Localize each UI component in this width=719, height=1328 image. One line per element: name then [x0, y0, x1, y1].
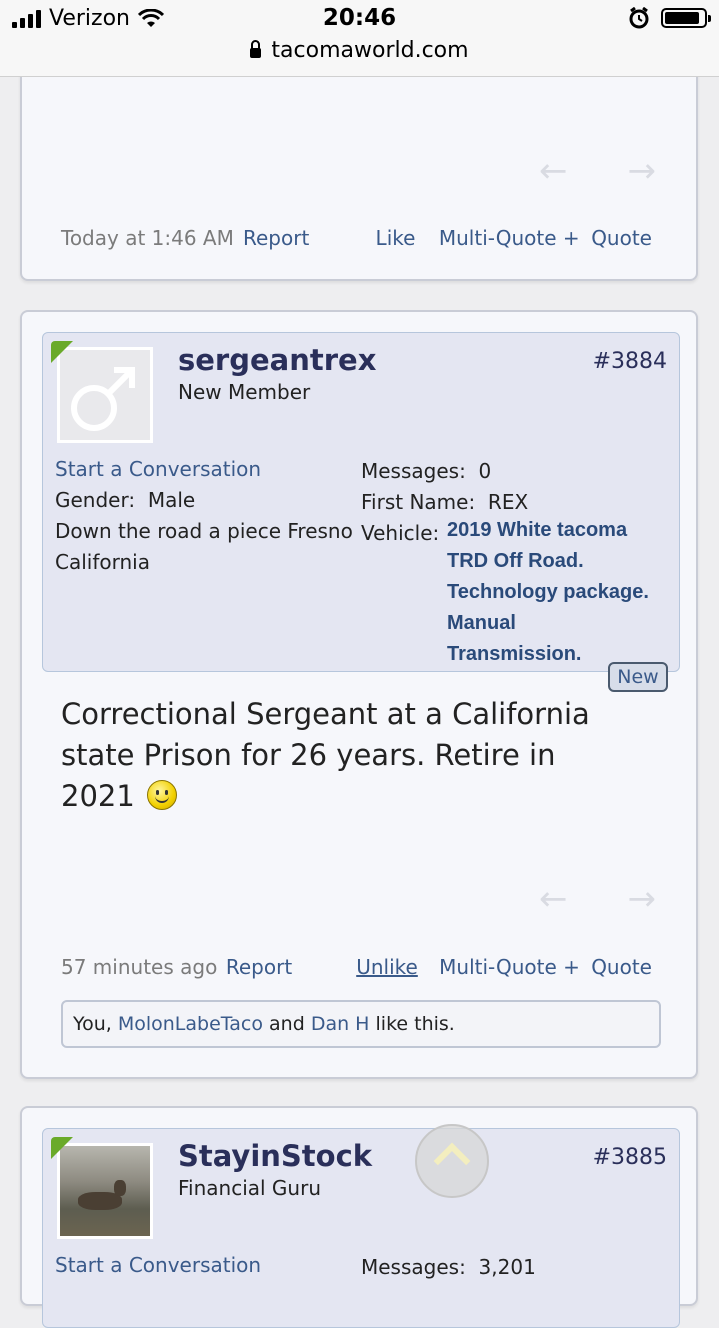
message-line-text: 2021 — [61, 779, 135, 813]
username[interactable]: sergeantrex — [178, 343, 376, 377]
first-name-value: REX — [487, 490, 529, 514]
user-title: New Member — [178, 380, 311, 404]
vehicle-line: 2019 White tacoma — [447, 519, 628, 541]
scroll-to-top-button[interactable] — [415, 1124, 489, 1198]
clock-time: 20:46 — [322, 5, 397, 31]
liker-link[interactable]: MolonLabeTaco — [118, 1013, 263, 1035]
messages-value: 3,201 — [478, 1255, 536, 1279]
post-navigation: ← → — [539, 882, 656, 916]
messages-row: Messages: 3,201 — [361, 1252, 536, 1283]
messages-label: Messages: — [361, 1255, 466, 1279]
post-footer: 57 minutes ago Report Unlike Multi-Quote… — [61, 955, 652, 979]
likes-prefix: You, — [73, 1013, 112, 1035]
battery-icon — [661, 8, 711, 28]
messages-label: Messages: — [361, 459, 466, 483]
gender-value: Male — [147, 488, 196, 512]
like-link[interactable]: Like — [376, 226, 439, 250]
messages-value: 0 — [478, 459, 492, 483]
likes-and: and — [269, 1013, 305, 1035]
report-link[interactable]: Report — [226, 955, 356, 979]
lock-icon — [250, 40, 262, 58]
liker-link[interactable]: Dan H — [311, 1013, 370, 1035]
unlike-link[interactable]: Unlike — [356, 955, 439, 979]
likes-summary: You, MolonLabeTaco and Dan H like this. — [61, 1000, 661, 1048]
start-conversation-link[interactable]: Start a Conversation — [55, 454, 353, 485]
chevron-up-icon — [433, 1142, 471, 1180]
arrow-left-icon[interactable]: ← — [539, 882, 568, 916]
post-card: sergeantrex New Member #3884 Start a Con… — [20, 310, 698, 1079]
vehicle-line: TRD Off Road. — [447, 550, 584, 572]
vehicle-value: 2019 White tacoma TRD Off Road. Technolo… — [447, 515, 649, 670]
location-line2: California — [55, 550, 150, 574]
arrow-right-icon[interactable]: → — [628, 882, 657, 916]
browser-status-bar: Verizon 20:46 tacomaworld.com — [0, 0, 719, 77]
arrow-left-icon[interactable]: ← — [539, 154, 568, 188]
username[interactable]: StayinStock — [178, 1139, 372, 1173]
user-info-block: sergeantrex New Member #3884 Start a Con… — [42, 332, 680, 672]
url-bar[interactable]: tacomaworld.com — [0, 38, 719, 63]
multi-quote-link[interactable]: Multi-Quote + — [439, 226, 591, 250]
multi-quote-link[interactable]: Multi-Quote + — [439, 955, 591, 979]
quote-link[interactable]: Quote — [591, 226, 652, 250]
message-line: state Prison for 26 years. Retire in — [61, 738, 556, 772]
user-details-right: Messages: 3,201 — [361, 1252, 536, 1283]
user-details-left: Start a Conversation Gender: Male Down t… — [55, 454, 353, 578]
post-card: StayinStock Financial Guru #3885 Start a… — [20, 1106, 698, 1328]
message-line-3: 2021 — [61, 776, 661, 817]
arrow-right-icon[interactable]: → — [628, 154, 657, 188]
smiley-icon — [146, 780, 177, 810]
first-name-label: First Name: — [361, 490, 476, 514]
vehicle-line: Manual — [447, 612, 516, 634]
post-message: Correctional Sergeant at a California st… — [61, 694, 661, 817]
post-footer: Today at 1:46 AM Report Like Multi-Quote… — [61, 226, 652, 250]
messages-row: Messages: 0 — [361, 456, 528, 487]
male-icon — [71, 367, 135, 431]
alarm-clock-icon — [629, 7, 649, 29]
avatar[interactable] — [57, 347, 153, 443]
gender-row: Gender: Male — [55, 485, 353, 516]
vehicle-line: Technology package. — [447, 581, 649, 603]
post-date: 57 minutes ago — [61, 955, 218, 979]
new-badge-button[interactable]: New — [608, 662, 668, 692]
start-conversation-link[interactable]: Start a Conversation — [55, 1250, 261, 1281]
location-line1: Down the road a piece Fresno — [55, 519, 353, 543]
first-name-row: First Name: REX — [361, 487, 528, 518]
post-number[interactable]: #3884 — [593, 349, 667, 374]
avatar[interactable] — [57, 1143, 153, 1239]
post-navigation: ← → — [539, 154, 656, 188]
user-title: Financial Guru — [178, 1176, 322, 1200]
status-right-icons — [629, 7, 711, 29]
post-number[interactable]: #3885 — [593, 1145, 667, 1170]
gender-label: Gender: — [55, 488, 136, 512]
user-details-left: Start a Conversation — [55, 1250, 261, 1281]
post-date: Today at 1:46 AM — [61, 226, 234, 250]
likes-suffix: like this. — [375, 1013, 455, 1035]
url-text: tacomaworld.com — [271, 38, 469, 63]
quote-link[interactable]: Quote — [591, 955, 652, 979]
user-info-block: StayinStock Financial Guru #3885 Start a… — [42, 1128, 680, 1328]
report-link[interactable]: Report — [243, 226, 376, 250]
message-line: Correctional Sergeant at a California — [61, 697, 590, 731]
